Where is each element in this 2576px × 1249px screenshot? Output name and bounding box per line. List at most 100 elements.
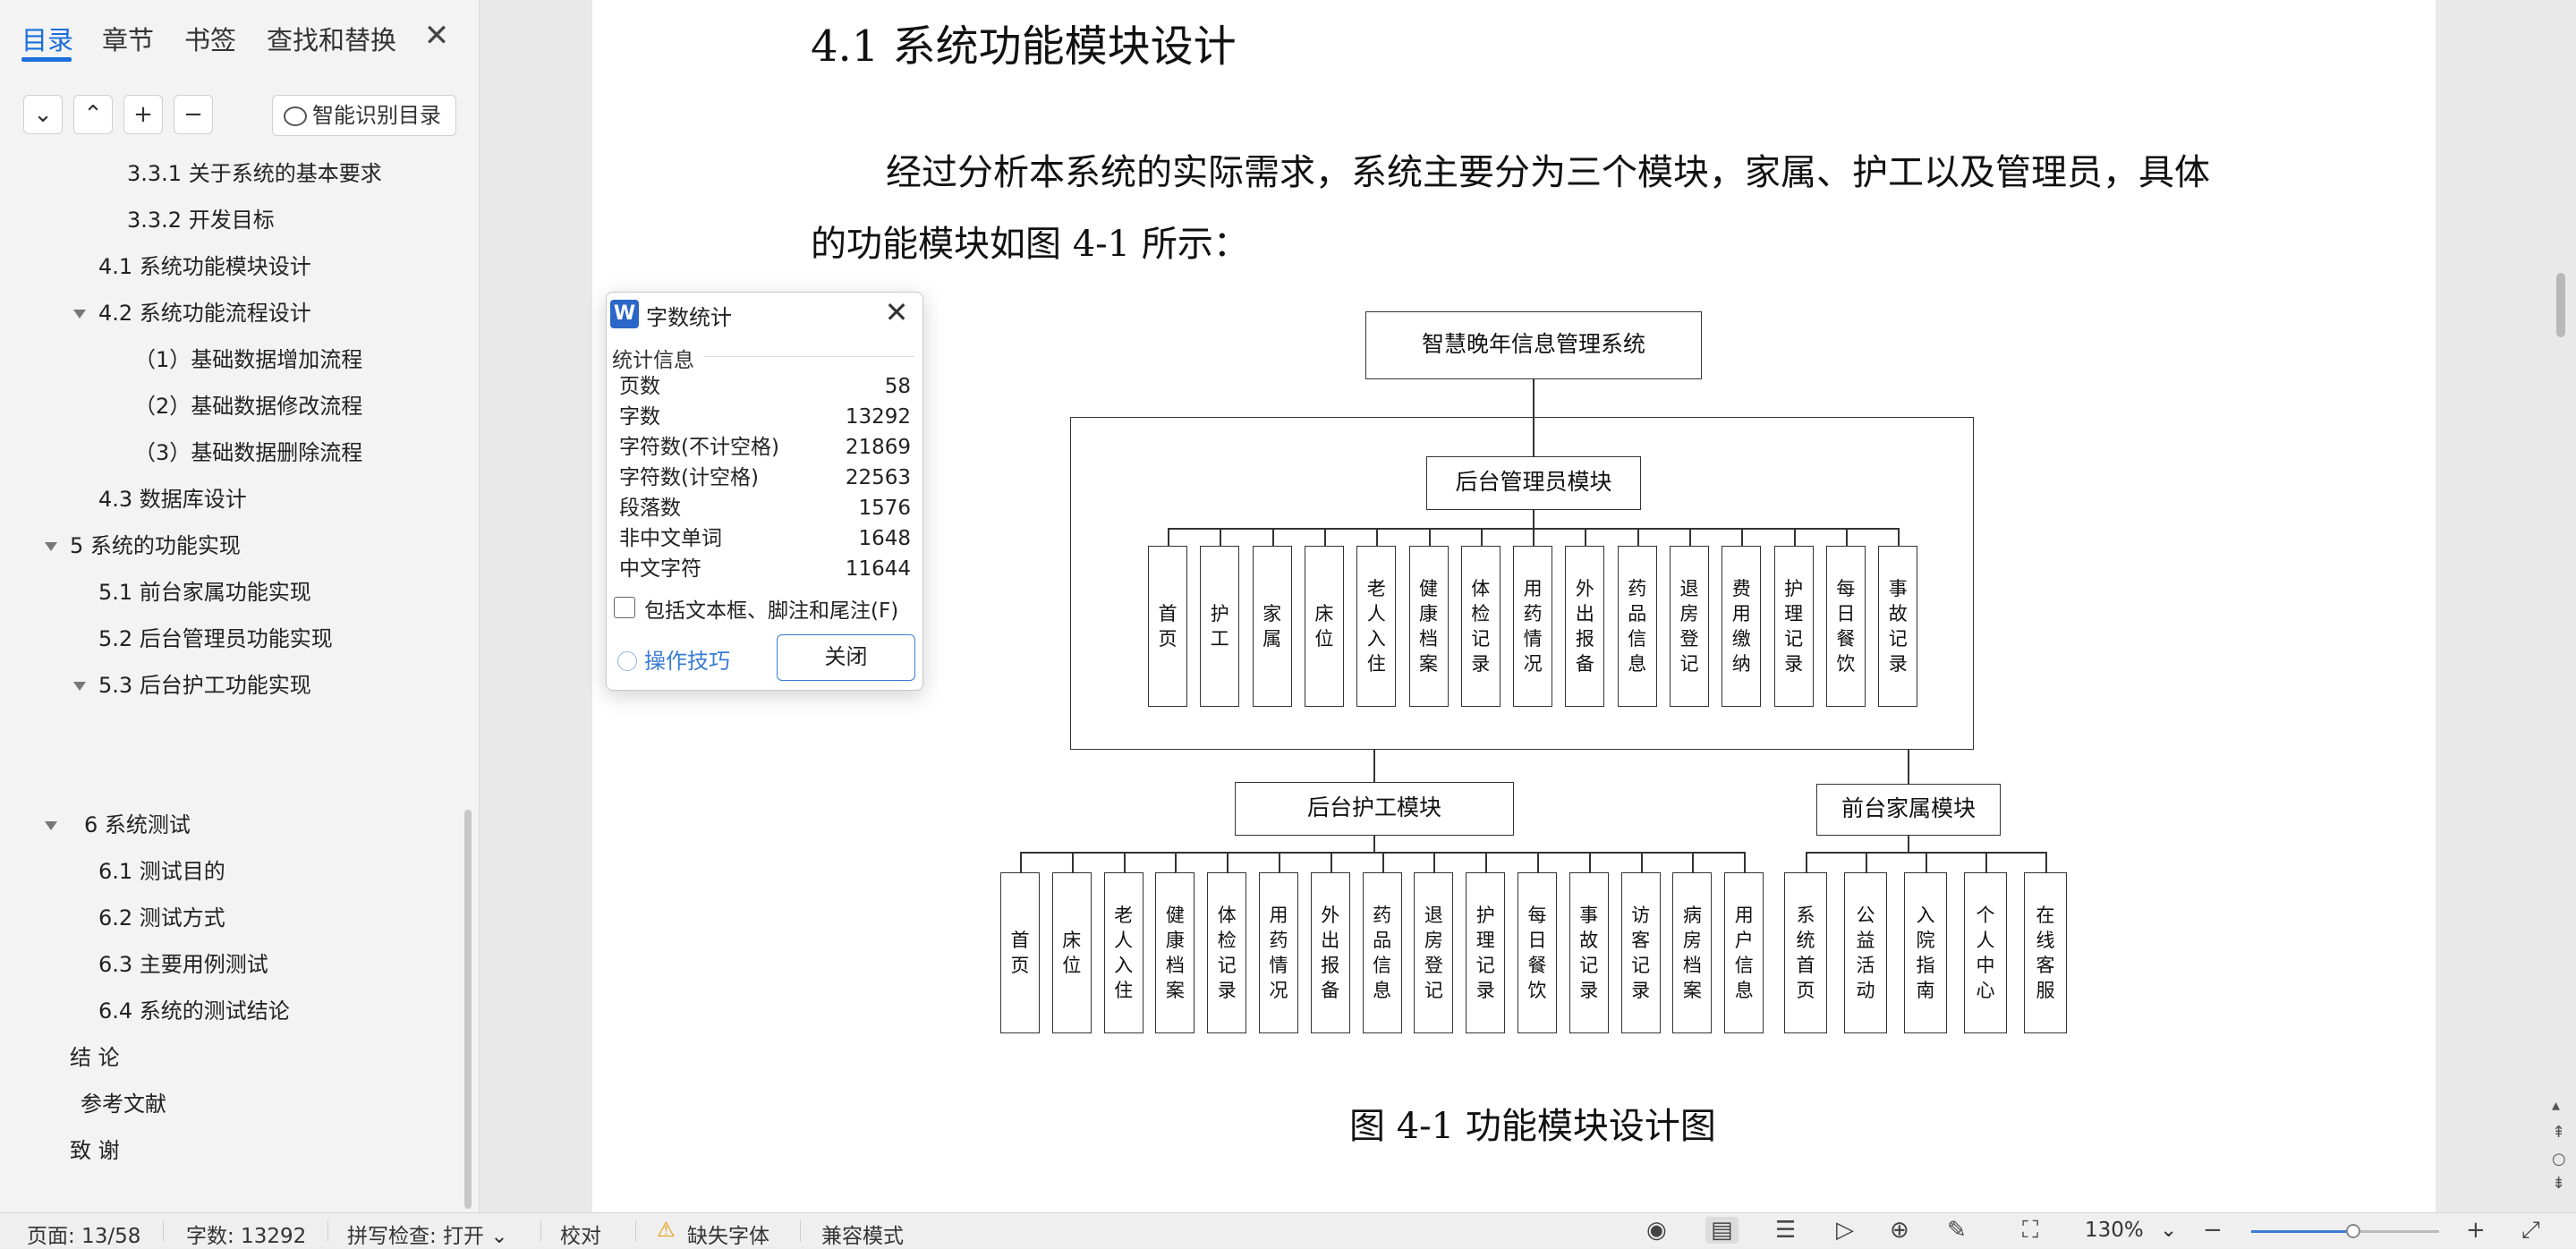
scroll-up-icon[interactable]: ▴ <box>2552 1096 2560 1115</box>
nurse-item-node: 床位 <box>1051 872 1092 1033</box>
collapse-arrow-icon[interactable] <box>45 542 57 551</box>
toc-item[interactable]: 3.3.2 开发目标 <box>127 200 275 240</box>
admin-item-node: 首页 <box>1148 546 1187 707</box>
connector-line <box>1744 852 1747 873</box>
toc-item[interactable]: （1）基础数据增加流程 <box>134 340 362 379</box>
nurse-item-node: 健康档案 <box>1155 872 1195 1033</box>
chevron-down-icon[interactable]: ⌄ <box>2160 1219 2177 1242</box>
toc-item[interactable]: 3.3.1 关于系统的基本要求 <box>127 154 382 193</box>
select-browse-icon[interactable]: ○ <box>2552 1150 2566 1168</box>
toc-item[interactable]: 参考文献 <box>81 1084 166 1124</box>
zoom-in-icon[interactable]: + <box>2466 1217 2486 1244</box>
eye-icon[interactable]: ◉ <box>1646 1217 1667 1244</box>
collapse-arrow-icon[interactable] <box>45 821 57 830</box>
zoom-slider-handle[interactable] <box>2346 1224 2360 1238</box>
remove-heading-button[interactable]: − <box>174 95 213 134</box>
connector-line <box>1323 528 1326 548</box>
stat-row: 字符数(计空格) 22563 <box>619 463 911 493</box>
toc-item[interactable]: 6.4 系统的测试结论 <box>98 991 290 1031</box>
nurse-item-node: 病房档案 <box>1672 872 1713 1033</box>
toc-item[interactable]: 6.3 主要用例测试 <box>98 945 268 984</box>
toc-item[interactable]: 6 系统测试 <box>45 805 191 845</box>
fit-page-icon[interactable]: ⛶ <box>2022 1217 2038 1245</box>
admin-item-node: 费用缴纳 <box>1722 546 1762 707</box>
expand-level-button[interactable]: ⌃ <box>73 95 113 134</box>
tab-toc[interactable]: 目录 <box>21 20 73 57</box>
tab-chapters[interactable]: 章节 <box>102 20 154 57</box>
pane-scrollbar[interactable] <box>464 810 472 1209</box>
tab-bookmarks[interactable]: 书签 <box>184 20 236 57</box>
toc-list: 3.3 项目设计目标 3.3.1 关于系统的基本要求 3.3.2 开发目标 4.… <box>0 145 465 1205</box>
paragraph-line: 经过分析本系统的实际需求，系统主要分为三个模块，家属、护工以及管理员，具体 <box>886 152 2210 193</box>
toc-item[interactable]: 6.1 测试目的 <box>98 852 225 891</box>
include-textbox-label[interactable]: 包括文本框、脚注和尾注(F) <box>644 593 898 624</box>
nurse-item-node-label: 用药情况 <box>1269 905 1288 1001</box>
zoom-out-icon[interactable]: − <box>2203 1217 2223 1244</box>
toc-item[interactable]: （3）基础数据删除流程 <box>134 433 362 472</box>
nurse-item-node: 老人入住 <box>1103 872 1143 1033</box>
proofread-button[interactable]: 校对 <box>560 1219 601 1249</box>
nurse-item-node-label: 药品信息 <box>1373 905 1392 1001</box>
connector-line <box>1537 852 1539 873</box>
admin-item-node: 老人入住 <box>1356 546 1397 707</box>
toc-item[interactable]: 致 谢 <box>70 1131 120 1170</box>
zoom-level[interactable]: 130% <box>2085 1219 2144 1242</box>
admin-item-node-label: 退房登记 <box>1679 578 1699 675</box>
stat-row: 非中文单词 1648 <box>619 523 911 554</box>
page-view-icon[interactable]: ▤ <box>1705 1217 1739 1244</box>
connector-line <box>1866 852 1867 873</box>
smart-toc-button[interactable]: 智能识别目录 <box>272 95 456 136</box>
outline-view-icon[interactable]: ☰ <box>1775 1217 1796 1244</box>
connector-line <box>1428 528 1431 548</box>
play-icon[interactable]: ▷ <box>1836 1217 1854 1244</box>
pen-icon[interactable]: ✎ <box>1947 1217 1967 1244</box>
collapse-level-button[interactable]: ⌄ <box>23 95 63 134</box>
warning-icon: ⚠ <box>657 1219 676 1242</box>
word-count-indicator[interactable]: 字数: 13292 <box>186 1219 306 1249</box>
toc-item[interactable]: 6.2 测试方式 <box>98 898 225 938</box>
add-heading-button[interactable]: + <box>123 95 163 134</box>
connector-line <box>1585 528 1587 548</box>
next-page-icon[interactable]: ⇟ <box>2552 1174 2565 1193</box>
toc-item-label: 5.3 后台护工功能实现 <box>98 673 311 698</box>
admin-item-node-label: 家属 <box>1262 603 1282 650</box>
tab-find-replace[interactable]: 查找和替换 <box>267 20 396 57</box>
stat-value: 21869 <box>845 436 911 459</box>
close-pane-button[interactable]: ✕ <box>419 18 455 54</box>
close-icon[interactable]: ✕ <box>880 296 913 328</box>
toc-item[interactable]: 结 论 <box>70 1038 120 1077</box>
include-textbox-checkbox[interactable] <box>614 597 635 618</box>
connector-line <box>1123 852 1126 873</box>
toc-item[interactable]: 4.3 数据库设计 <box>98 480 247 519</box>
web-view-icon[interactable]: ⊕ <box>1890 1217 1909 1244</box>
collapse-arrow-icon[interactable] <box>73 310 86 319</box>
toc-item[interactable]: （2）基础数据修改流程 <box>134 387 362 426</box>
tips-label: 操作技巧 <box>644 649 730 674</box>
spell-check-toggle[interactable]: 拼写检查: 打开 ⌄ <box>347 1219 508 1249</box>
connector-line <box>1071 852 1074 873</box>
missing-font-button[interactable]: 缺失字体 <box>687 1219 769 1249</box>
section-divider <box>703 356 914 357</box>
toc-item[interactable]: 5.3 后台护工功能实现 <box>73 666 311 705</box>
page-indicator[interactable]: 页面: 13/58 <box>27 1219 140 1249</box>
nurse-item-node: 退房登记 <box>1414 872 1454 1033</box>
document-scrollbar[interactable] <box>2556 273 2565 337</box>
admin-item-node-label: 护理记录 <box>1784 578 1804 675</box>
toc-item[interactable]: 4.2 系统功能流程设计 <box>73 293 311 333</box>
close-button[interactable]: 关闭 <box>777 634 915 681</box>
prev-page-icon[interactable]: ⇞ <box>2552 1123 2565 1142</box>
collapse-arrow-icon[interactable] <box>73 682 86 691</box>
toc-item[interactable]: 5.1 前台家属功能实现 <box>98 573 311 612</box>
fullscreen-icon[interactable]: ⤢ <box>2521 1217 2540 1245</box>
nurse-item-node: 事故记录 <box>1569 872 1609 1033</box>
toc-item[interactable]: 5 系统的功能实现 <box>45 526 241 565</box>
toc-item[interactable]: 4.1 系统功能模块设计 <box>98 247 311 286</box>
stat-row: 页数 58 <box>619 371 911 402</box>
family-item-node: 个人中心 <box>1964 872 2007 1033</box>
tips-link[interactable]: 操作技巧 <box>617 643 730 675</box>
connector-line <box>1480 528 1483 548</box>
toc-item[interactable]: 5.2 后台管理员功能实现 <box>98 619 333 658</box>
nurse-item-node-label: 外出报备 <box>1321 905 1340 1001</box>
zoom-slider-fill <box>2251 1230 2352 1233</box>
admin-item-node: 事故记录 <box>1878 546 1918 707</box>
